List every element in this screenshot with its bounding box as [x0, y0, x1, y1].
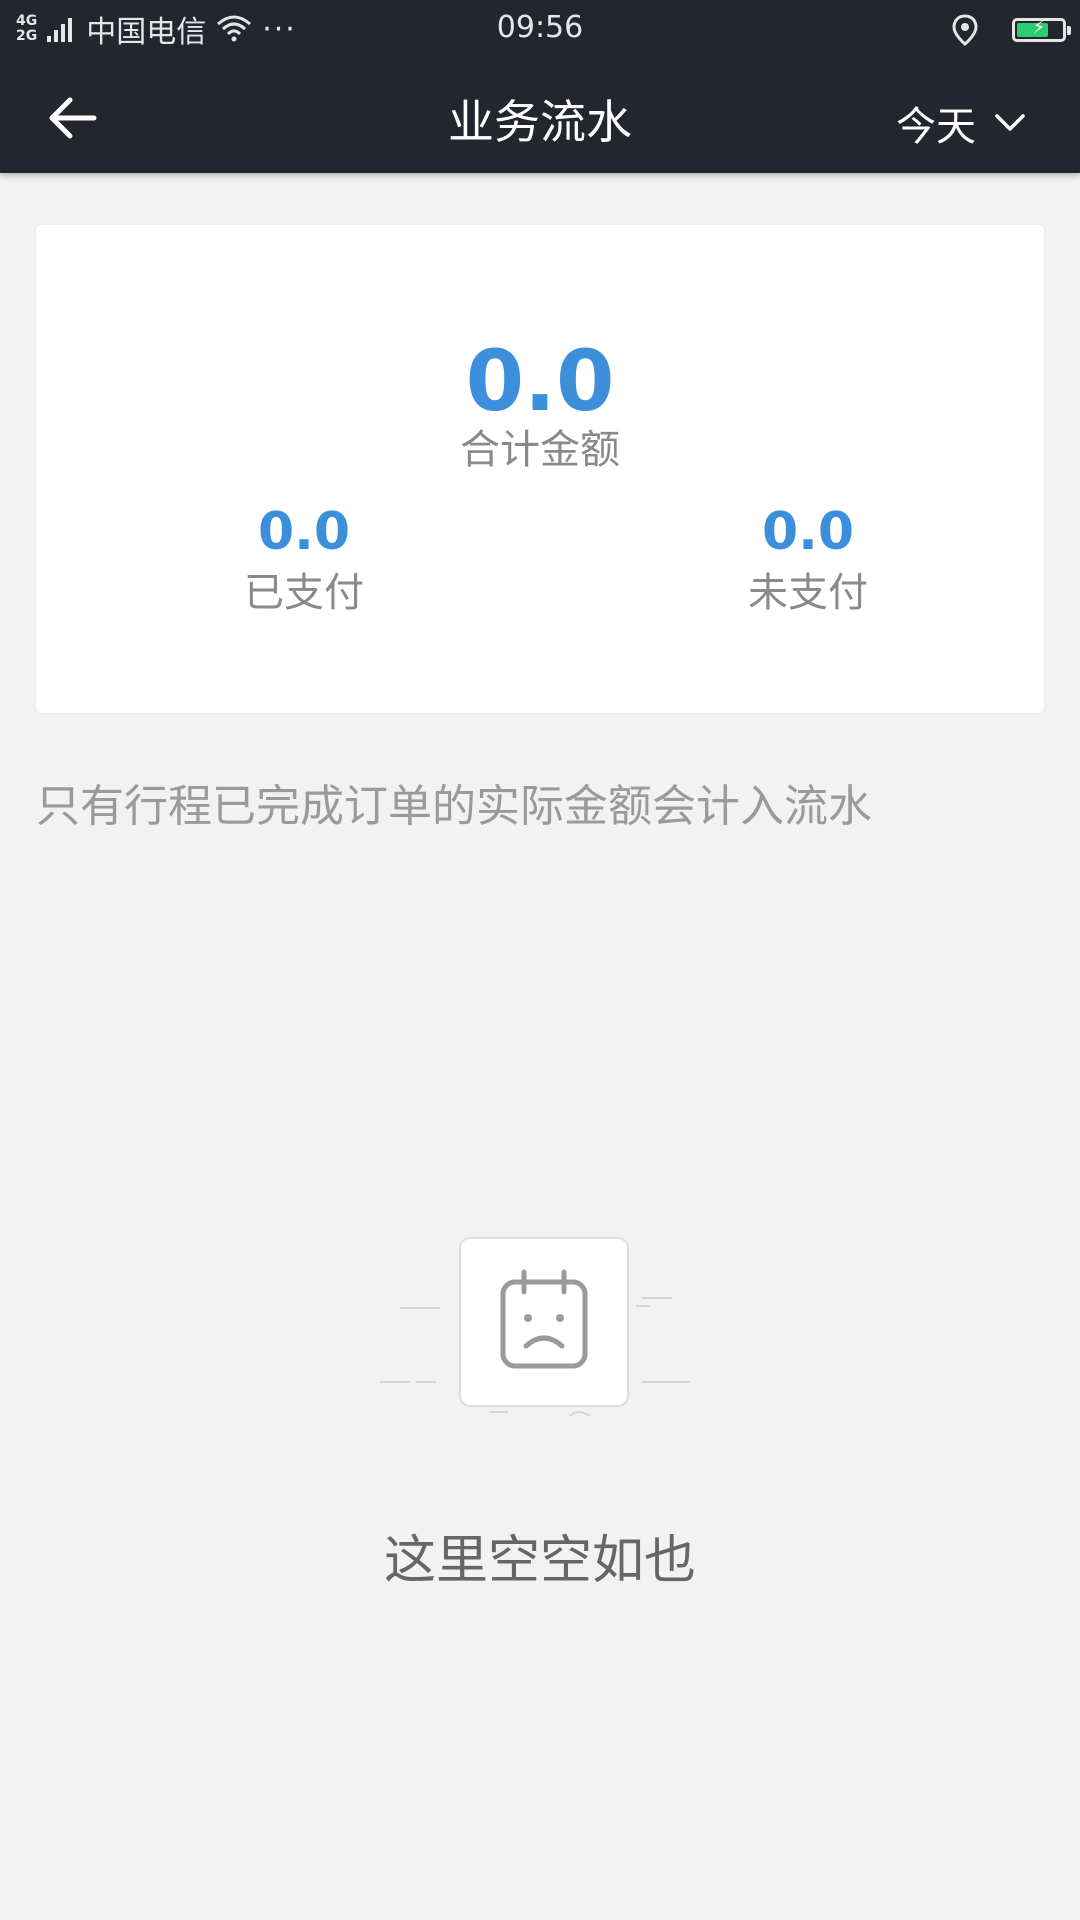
battery-charging-icon: ⚡	[1012, 17, 1071, 42]
unpaid-amount-value: 0.0	[761, 502, 855, 562]
summary-card: 0.0 合计金额 0.0 已支付 0.0 未支付	[36, 225, 1044, 713]
unpaid-amount-label: 未支付	[748, 570, 868, 616]
status-bar: 4G 2G 中国电信 ··· 09:56 ⚡	[0, 0, 1080, 58]
paid-amount: 0.0 已支付	[214, 501, 394, 619]
paid-amount-value: 0.0	[257, 502, 351, 562]
paid-amount-label: 已支付	[244, 570, 364, 616]
app-header: 4G 2G 中国电信 ··· 09:56 ⚡ 业务流水 今天	[0, 0, 1080, 173]
total-amount: 0.0 合计金额	[440, 333, 640, 475]
date-filter-dropdown[interactable]: 今天	[896, 94, 1026, 152]
date-filter-label: 今天	[896, 104, 976, 150]
status-right: ⚡	[952, 10, 1071, 50]
charging-bolt-icon: ⚡	[1032, 17, 1046, 38]
empty-state-illustration	[380, 1230, 700, 1430]
status-time: 09:56	[496, 10, 584, 45]
location-icon	[952, 14, 978, 46]
unpaid-amount: 0.0 未支付	[718, 501, 898, 619]
sad-calendar-icon	[380, 1237, 690, 1417]
total-amount-value: 0.0	[465, 332, 615, 430]
chevron-down-icon	[995, 114, 1025, 131]
empty-state-text: 这里空空如也	[383, 1531, 696, 1591]
navigation-bar: 业务流水 今天	[0, 58, 1080, 173]
total-amount-label: 合计金额	[460, 427, 620, 473]
flow-note: 只有行程已完成订单的实际金额会计入流水	[36, 781, 872, 832]
